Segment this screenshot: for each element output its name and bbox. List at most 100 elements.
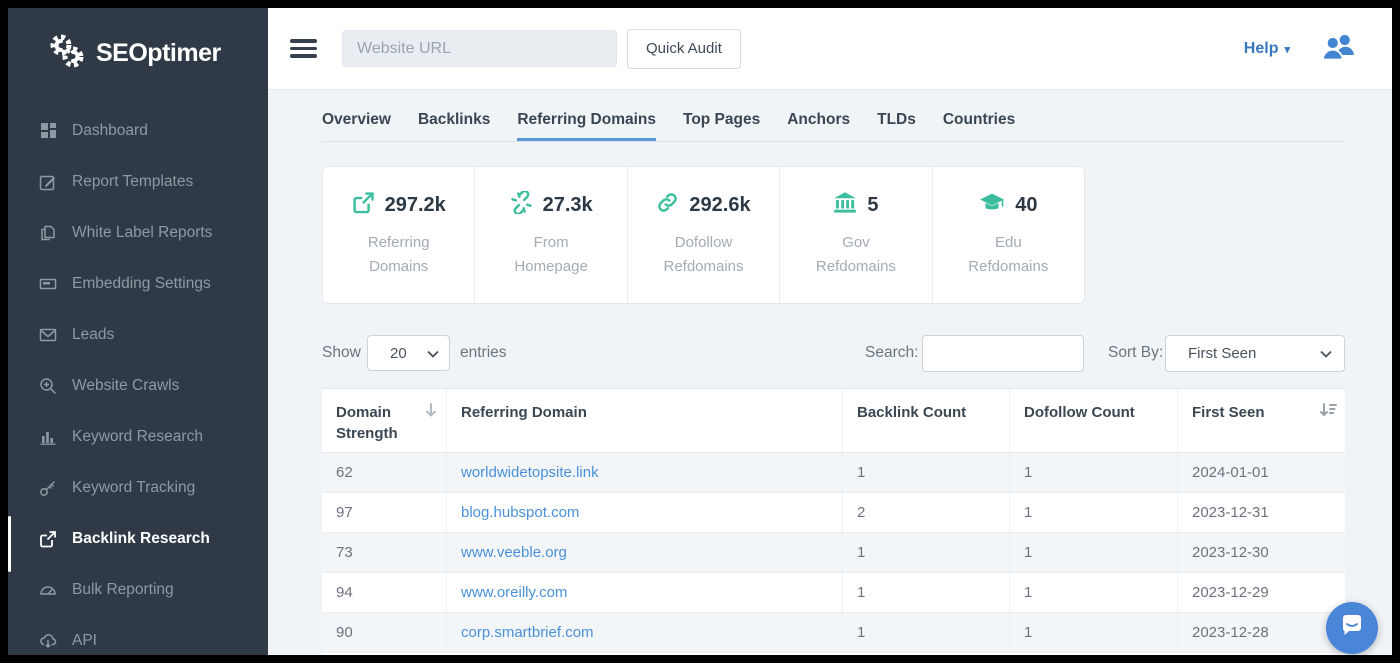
tab-anchors[interactable]: Anchors xyxy=(787,103,850,141)
referring-domains-table: Domain Strength Referring Domain Backlin… xyxy=(322,388,1345,655)
stat-value: 297.2k xyxy=(385,194,446,217)
cell-domain-strength: 73 xyxy=(322,533,447,572)
arrow-down-icon[interactable] xyxy=(424,402,438,424)
column-header-backlink-count[interactable]: Backlink Count xyxy=(843,389,1010,452)
tab-countries[interactable]: Countries xyxy=(943,103,1015,141)
column-header-first-seen[interactable]: First Seen xyxy=(1178,389,1345,452)
sidebar-item-bulk-reporting[interactable]: Bulk Reporting xyxy=(8,564,268,615)
sidebar-item-api[interactable]: API xyxy=(8,615,268,655)
chat-launcher-button[interactable] xyxy=(1326,602,1378,654)
sidebar-item-label: Dashboard xyxy=(72,122,148,140)
bank-icon xyxy=(833,191,857,219)
cell-first-seen: 2023-12-28 xyxy=(1178,613,1345,652)
cell-backlink-count: 1 xyxy=(843,453,1010,492)
sidebar-item-report-templates[interactable]: Report Templates xyxy=(8,156,268,207)
sidebar-item-label: Leads xyxy=(72,326,114,344)
help-label: Help xyxy=(1244,40,1279,58)
gears-logo-icon xyxy=(46,30,88,77)
gauge-icon xyxy=(38,580,58,600)
page-size-select[interactable]: 20 xyxy=(367,335,450,371)
cell-first-seen: 2023-12-29 xyxy=(1178,573,1345,612)
cell-dofollow-count: 1 xyxy=(1010,573,1178,612)
logo[interactable]: SEOptimer xyxy=(8,8,268,77)
quick-audit-button[interactable]: Quick Audit xyxy=(627,29,741,69)
column-header-domain-strength[interactable]: Domain Strength xyxy=(322,389,447,452)
stat-label: ReferringDomains xyxy=(368,231,430,279)
table-row: 90 corp.smartbrief.com 1 1 2023-12-28 xyxy=(322,613,1345,653)
column-header-referring-domain[interactable]: Referring Domain xyxy=(447,389,843,452)
pages-icon xyxy=(38,223,58,243)
logo-text: SEOptimer xyxy=(96,39,221,68)
pencil-square-icon xyxy=(38,172,58,192)
sidebar-item-website-crawls[interactable]: Website Crawls xyxy=(8,360,268,411)
stat-from-homepage: 27.3k FromHomepage xyxy=(475,167,627,303)
stat-value: 292.6k xyxy=(689,194,750,217)
cell-backlink-count: 1 xyxy=(843,613,1010,652)
domain-link[interactable]: www.veeble.org xyxy=(461,544,567,561)
stat-label: FromHomepage xyxy=(514,231,587,279)
hamburger-icon[interactable] xyxy=(290,35,317,62)
tab-referring-domains[interactable]: Referring Domains xyxy=(517,103,656,141)
sidebar-item-keyword-research[interactable]: Keyword Research xyxy=(8,411,268,462)
tab-bar: Overview Backlinks Referring Domains Top… xyxy=(322,103,1345,142)
table-row-partial xyxy=(322,653,1345,655)
stat-label: DofollowRefdomains xyxy=(663,231,743,279)
sort-by-select[interactable]: First Seen xyxy=(1165,335,1345,372)
sidebar-item-keyword-tracking[interactable]: Keyword Tracking xyxy=(8,462,268,513)
domain-link[interactable]: corp.smartbrief.com xyxy=(461,624,594,641)
tab-tlds[interactable]: TLDs xyxy=(877,103,916,141)
sidebar-item-embedding-settings[interactable]: Embedding Settings xyxy=(8,258,268,309)
sort-amount-desc-icon[interactable] xyxy=(1319,402,1337,424)
cell-backlink-count: 2 xyxy=(843,493,1010,532)
domain-link[interactable]: worldwidetopsite.link xyxy=(461,464,599,481)
graduation-cap-icon xyxy=(979,191,1005,219)
cell-first-seen: 2023-12-31 xyxy=(1178,493,1345,532)
sidebar-item-white-label-reports[interactable]: White Label Reports xyxy=(8,207,268,258)
cell-dofollow-count: 1 xyxy=(1010,453,1178,492)
sidebar-item-backlink-research[interactable]: Backlink Research xyxy=(8,513,268,564)
sidebar-item-dashboard[interactable]: Dashboard xyxy=(8,105,268,156)
sidebar-item-label: Report Templates xyxy=(72,173,193,191)
search-input[interactable] xyxy=(922,335,1084,372)
users-icon[interactable] xyxy=(1320,31,1356,66)
sidebar-item-label: White Label Reports xyxy=(72,224,212,242)
sidebar-item-label: API xyxy=(72,632,97,650)
sidebar-item-label: Keyword Tracking xyxy=(72,479,195,497)
website-url-input[interactable] xyxy=(342,30,617,67)
tab-top-pages[interactable]: Top Pages xyxy=(683,103,760,141)
domain-link[interactable]: blog.hubspot.com xyxy=(461,504,579,521)
caret-down-icon: ▾ xyxy=(1284,43,1290,56)
cell-dofollow-count: 1 xyxy=(1010,493,1178,532)
chain-link-icon xyxy=(656,191,679,219)
sidebar-item-label: Bulk Reporting xyxy=(72,581,174,599)
table-header-row: Domain Strength Referring Domain Backlin… xyxy=(322,389,1345,453)
entries-label: entries xyxy=(460,344,507,362)
cell-domain-strength: 94 xyxy=(322,573,447,612)
table-row: 73 www.veeble.org 1 1 2023-12-30 xyxy=(322,533,1345,573)
chevron-down-icon xyxy=(1320,345,1332,362)
embed-card-icon xyxy=(38,274,58,294)
help-menu[interactable]: Help ▾ xyxy=(1244,40,1290,58)
table-row: 94 www.oreilly.com 1 1 2023-12-29 xyxy=(322,573,1345,613)
tab-overview[interactable]: Overview xyxy=(322,103,391,141)
column-header-dofollow-count[interactable]: Dofollow Count xyxy=(1010,389,1178,452)
search-plus-icon xyxy=(38,376,58,396)
table-row: 97 blog.hubspot.com 2 1 2023-12-31 xyxy=(322,493,1345,533)
sidebar-scrollbar-thumb[interactable] xyxy=(8,516,11,572)
cell-dofollow-count: 1 xyxy=(1010,533,1178,572)
cell-referring-domain: blog.hubspot.com xyxy=(447,493,843,532)
cell-backlink-count: 1 xyxy=(843,573,1010,612)
stat-dofollow-refdomains: 292.6k DofollowRefdomains xyxy=(628,167,780,303)
tab-backlinks[interactable]: Backlinks xyxy=(418,103,490,141)
cell-domain-strength: 97 xyxy=(322,493,447,532)
stat-edu-refdomains: 40 EduRefdomains xyxy=(933,167,1084,303)
cell-referring-domain: www.veeble.org xyxy=(447,533,843,572)
domain-link[interactable]: www.oreilly.com xyxy=(461,584,567,601)
table-row: 62 worldwidetopsite.link 1 1 2024-01-01 xyxy=(322,453,1345,493)
dashboard-grid-icon xyxy=(38,121,58,141)
sidebar-item-leads[interactable]: Leads xyxy=(8,309,268,360)
cell-first-seen: 2023-12-30 xyxy=(1178,533,1345,572)
chat-bubble-icon xyxy=(1339,613,1365,644)
key-icon xyxy=(38,478,58,498)
envelope-icon xyxy=(38,325,58,345)
